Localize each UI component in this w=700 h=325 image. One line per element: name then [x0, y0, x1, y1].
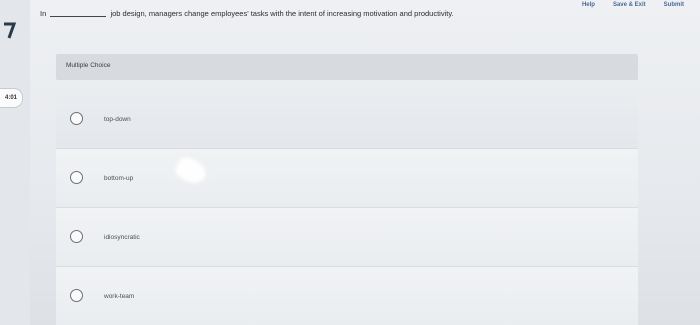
save-exit-link[interactable]: Save & Exit	[613, 2, 646, 8]
help-link[interactable]: Help	[582, 2, 595, 8]
back-arrow-icon[interactable]	[2, 22, 16, 40]
radio-button[interactable]	[70, 289, 83, 302]
answer-option-idiosyncratic[interactable]: idiosyncratic	[56, 208, 638, 267]
option-label: top-down	[104, 116, 131, 123]
option-label: bottom-up	[104, 175, 134, 182]
quiz-page: 4:01 Help Save & Exit Submit In job desi…	[0, 0, 700, 325]
question-text: In job design, managers change employees…	[40, 9, 570, 18]
top-toolbar: Help Save & Exit Submit	[582, 2, 684, 8]
section-header: Multiple Choice	[56, 54, 638, 80]
option-label: idiosyncratic	[104, 234, 140, 241]
radio-button[interactable]	[70, 112, 83, 125]
submit-link[interactable]: Submit	[664, 2, 684, 8]
left-strip	[0, 0, 30, 325]
answer-options: top-down bottom-up idiosyncratic work-te…	[56, 90, 638, 325]
section-label: Multiple Choice	[66, 62, 111, 69]
timer-badge: 4:01	[0, 88, 23, 108]
question-prefix: In	[40, 9, 47, 18]
answer-blank	[50, 16, 107, 17]
radio-button[interactable]	[70, 230, 83, 243]
answer-option-bottom-up[interactable]: bottom-up	[56, 149, 638, 208]
question-suffix: job design, managers change employees' t…	[110, 9, 454, 18]
option-label: work-team	[104, 293, 135, 300]
answer-option-top-down[interactable]: top-down	[56, 90, 638, 149]
answer-option-work-team[interactable]: work-team	[56, 267, 638, 325]
radio-button[interactable]	[70, 171, 83, 184]
